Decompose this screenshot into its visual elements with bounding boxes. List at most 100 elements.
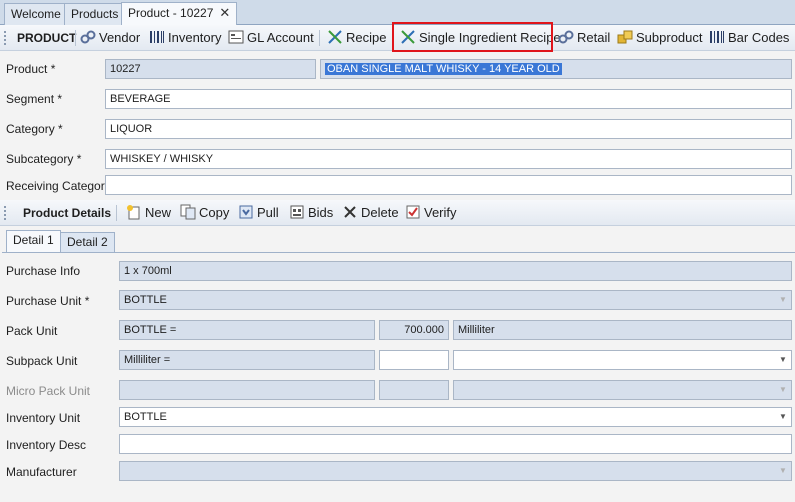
purchase-unit-value: BOTTLE <box>124 294 167 306</box>
subproduct-label: Subproduct <box>636 30 703 45</box>
subproduct-button[interactable]: Subproduct <box>617 25 703 51</box>
tab-detail-1[interactable]: Detail 1 <box>6 230 61 252</box>
vendor-button[interactable]: Vendor <box>80 25 140 51</box>
copy-label: Copy <box>199 205 230 220</box>
segment-field[interactable]: BEVERAGE <box>105 89 792 109</box>
tab-label: Products <box>71 7 119 21</box>
boxes-icon <box>617 30 633 44</box>
copy-button[interactable]: Copy <box>180 200 229 226</box>
tab-label: Detail 1 <box>13 233 54 247</box>
toolbar-grip[interactable] <box>4 206 7 220</box>
micro-pack-unit-field[interactable] <box>119 380 375 400</box>
verify-label: Verify <box>424 205 457 220</box>
product-name-field[interactable]: OBAN SINGLE MALT WHISKY - 14 YEAR OLD <box>320 59 792 79</box>
inventory-unit-value: BOTTLE <box>124 411 167 423</box>
pack-unit-label: Pack Unit <box>6 324 58 338</box>
chevron-down-icon[interactable]: ▼ <box>775 462 791 480</box>
fork-knife-icon <box>328 30 342 44</box>
verify-icon <box>406 205 420 219</box>
purchase-unit-select[interactable]: BOTTLE ▼ <box>119 290 792 310</box>
purchase-info-label: Purchase Info <box>6 264 81 278</box>
toolbar-separator <box>116 205 117 221</box>
bids-button[interactable]: Bids <box>289 200 333 226</box>
subpack-unit-field[interactable]: Milliliter = <box>119 350 375 370</box>
product-details-toolbar: Product Details New Copy Pull Bids Delet… <box>0 200 795 226</box>
subcategory-field[interactable]: WHISKEY / WHISKY <box>105 149 792 169</box>
product-toolbar-title: PRODUCT <box>17 31 77 45</box>
chevron-down-icon[interactable]: ▼ <box>775 408 791 426</box>
delete-icon <box>344 206 356 218</box>
retail-button[interactable]: Retail <box>558 25 610 51</box>
inventory-desc-label: Inventory Desc <box>6 438 87 452</box>
gl-account-button[interactable]: GL Account <box>228 25 314 51</box>
gl-account-label: GL Account <box>247 30 314 45</box>
subpack-unit-select[interactable]: ▼ <box>453 350 792 370</box>
bar-codes-label: Bar Codes <box>728 30 790 45</box>
product-code-field[interactable]: 10227 <box>105 59 316 79</box>
chevron-down-icon[interactable]: ▼ <box>775 381 791 399</box>
close-icon[interactable]: ✕ <box>219 5 230 20</box>
verify-button[interactable]: Verify <box>405 200 457 226</box>
micro-pack-unit-qty-field[interactable] <box>379 380 449 400</box>
subpack-unit-qty-field[interactable] <box>379 350 449 370</box>
toolbar-separator <box>319 30 320 46</box>
chevron-down-icon[interactable]: ▼ <box>775 291 791 309</box>
purchase-info-field[interactable]: 1 x 700ml <box>119 261 792 281</box>
micro-pack-unit-label: Micro Pack Unit <box>6 384 91 398</box>
tab-products[interactable]: Products <box>64 3 126 25</box>
delete-label: Delete <box>361 205 399 220</box>
copy-icon <box>180 204 196 220</box>
product-toolbar: PRODUCT Vendor Inventory GL Account Reci… <box>0 22 795 52</box>
tab-label: Detail 2 <box>67 235 108 249</box>
tab-label: Product - 10227 <box>128 6 214 20</box>
manufacturer-select[interactable]: ▼ <box>119 461 792 481</box>
pack-unit-unit-field[interactable]: Milliliter <box>453 320 792 340</box>
tab-product-10227[interactable]: Product - 10227 ✕ <box>121 2 238 25</box>
new-button[interactable]: New <box>126 200 171 226</box>
category-field[interactable]: LIQUOR <box>105 119 792 139</box>
category-label: Category * <box>6 122 63 136</box>
highlight-box <box>392 22 553 52</box>
receiving-category-field[interactable] <box>105 175 792 195</box>
inventory-label: Inventory <box>168 30 222 45</box>
inventory-button[interactable]: Inventory <box>149 25 221 51</box>
inventory-desc-field[interactable] <box>119 434 792 454</box>
toolbar-separator <box>75 30 76 46</box>
manufacturer-label: Manufacturer <box>6 465 77 479</box>
toolbar-grip[interactable] <box>4 31 7 45</box>
bar-codes-button[interactable]: Bar Codes <box>709 25 789 51</box>
receiving-category-label: Receiving Category <box>6 179 111 193</box>
pull-label: Pull <box>257 205 279 220</box>
product-name-value: OBAN SINGLE MALT WHISKY - 14 YEAR OLD <box>325 63 562 75</box>
tab-welcome[interactable]: Welcome <box>4 3 68 25</box>
inventory-unit-label: Inventory Unit <box>6 411 81 425</box>
chevron-down-icon[interactable]: ▼ <box>775 351 791 369</box>
pull-icon <box>239 205 253 219</box>
new-icon <box>127 205 140 220</box>
segment-label: Segment * <box>6 92 63 106</box>
barcode-icon <box>710 31 724 43</box>
vendor-label: Vendor <box>99 30 141 45</box>
delete-button[interactable]: Delete <box>342 200 399 226</box>
subcategory-label: Subcategory * <box>6 152 82 166</box>
barcode-icon <box>150 31 164 43</box>
tab-label: Welcome <box>11 7 61 21</box>
tab-detail-2[interactable]: Detail 2 <box>60 232 115 252</box>
inventory-unit-select[interactable]: BOTTLE ▼ <box>119 407 792 427</box>
vendor-icon <box>80 30 96 44</box>
product-label: Product * <box>6 62 56 76</box>
bids-label: Bids <box>308 205 334 220</box>
gl-account-icon <box>228 30 244 44</box>
product-details-title: Product Details <box>23 206 112 220</box>
pull-button[interactable]: Pull <box>238 200 279 226</box>
bids-icon <box>290 205 304 219</box>
micro-pack-unit-select[interactable]: ▼ <box>453 380 792 400</box>
subpack-unit-label: Subpack Unit <box>6 354 78 368</box>
recipe-label: Recipe <box>346 30 387 45</box>
new-label: New <box>145 205 172 220</box>
recipe-button[interactable]: Recipe <box>327 25 386 51</box>
retail-label: Retail <box>577 30 611 45</box>
vendor-icon <box>558 30 574 44</box>
pack-unit-qty-field[interactable]: 700.000 <box>379 320 449 340</box>
pack-unit-field[interactable]: BOTTLE = <box>119 320 375 340</box>
